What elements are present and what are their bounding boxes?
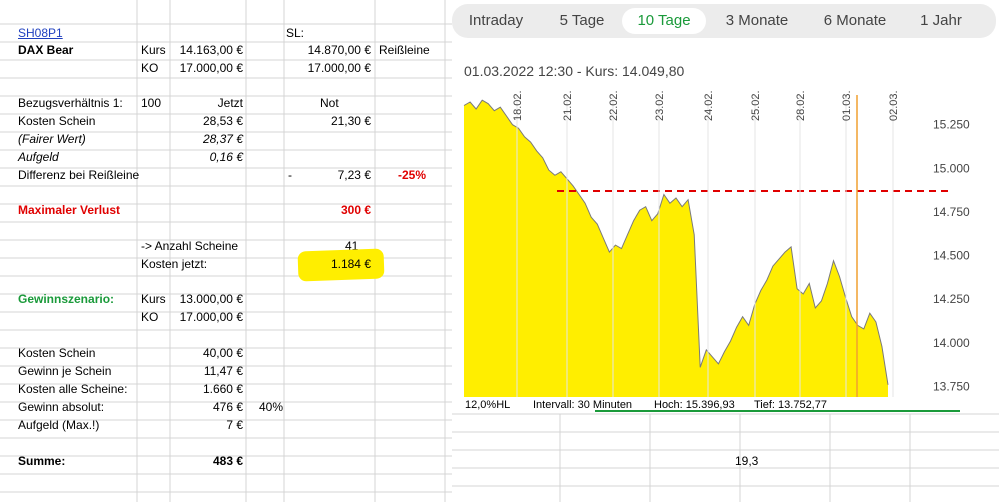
y-tick-label: 14.750 xyxy=(933,205,970,219)
stat-hoch: Hoch: 15.396,93 xyxy=(654,399,735,411)
x-tick-label: 25.02. xyxy=(750,90,762,121)
x-tick-label: 21.02. xyxy=(562,90,574,121)
price-chart[interactable]: 18.02. 21.02. 22.02. 23.02. 24.02. 25.02. 28.0… xyxy=(0,0,999,502)
x-tick-label: 22.02. xyxy=(608,90,620,121)
stat-hl: 12,0%HL xyxy=(465,399,511,411)
x-tick-label: 01.03. xyxy=(841,90,853,121)
stat-intervall: Intervall: 30 Minuten xyxy=(533,399,633,411)
x-tick-label: 24.02. xyxy=(703,90,715,121)
y-tick-label: 14.250 xyxy=(933,292,970,306)
x-tick-label: 23.02. xyxy=(654,90,666,121)
y-tick-label: 14.000 xyxy=(933,336,970,350)
stat-tief: Tief: 13.752,77 xyxy=(754,399,827,411)
y-tick-label: 15.000 xyxy=(933,161,970,175)
y-tick-label: 14.500 xyxy=(933,249,970,263)
y-tick-label: 15.250 xyxy=(933,118,970,132)
y-tick-label: 13.750 xyxy=(933,380,970,394)
x-tick-label: 28.02. xyxy=(795,90,807,121)
x-tick-label: 02.03. xyxy=(888,90,900,121)
x-tick-label: 18.02. xyxy=(512,90,524,121)
